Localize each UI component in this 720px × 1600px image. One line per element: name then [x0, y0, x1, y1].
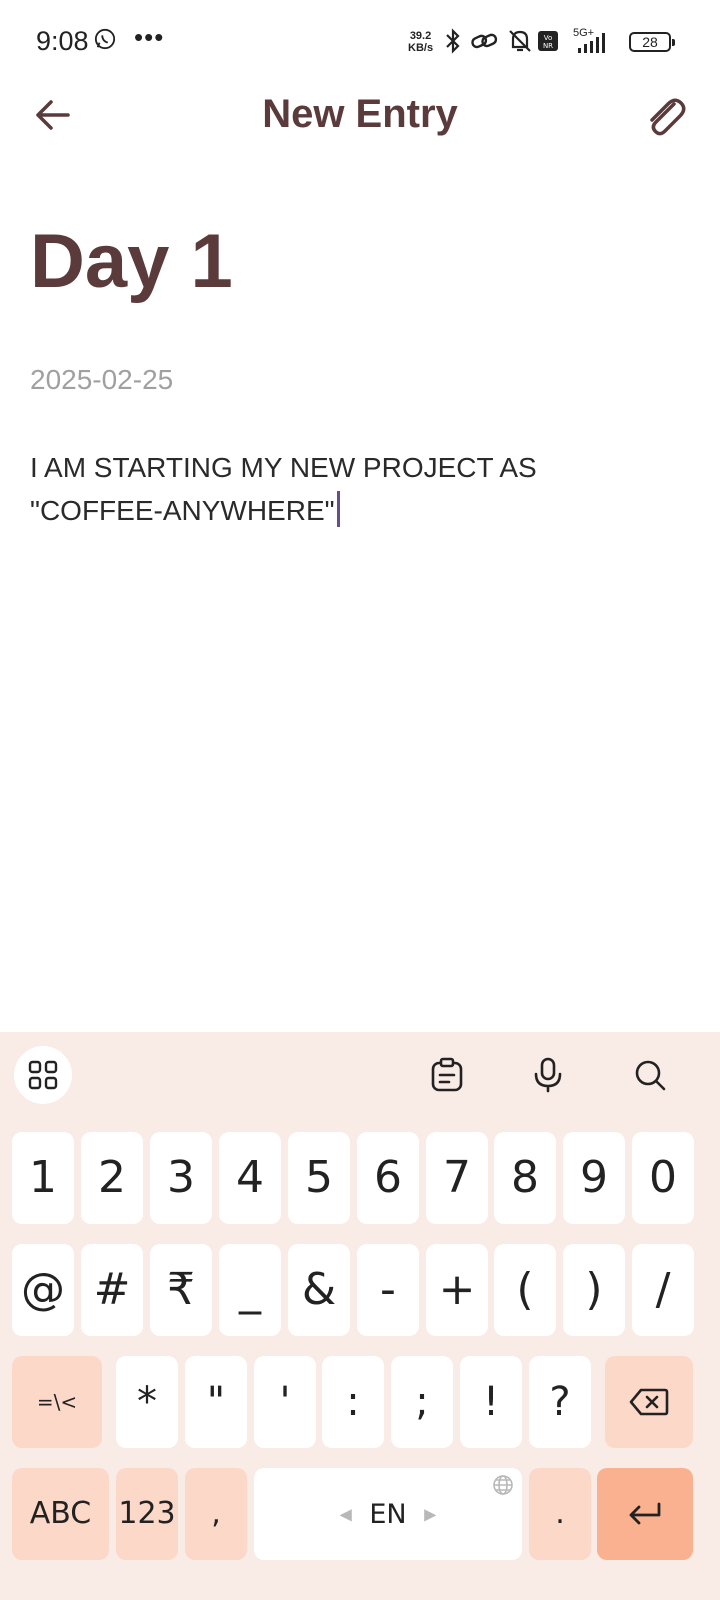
link-icon [471, 33, 498, 49]
whatsapp-icon [94, 28, 116, 50]
net-speed-value: 39.2 [409, 30, 432, 42]
key-exclamation[interactable]: ! [460, 1356, 522, 1448]
key-semicolon[interactable]: ; [391, 1356, 453, 1448]
key-at[interactable]: @ [12, 1244, 74, 1336]
key-2[interactable]: 2 [81, 1132, 143, 1224]
key-plus[interactable]: + [426, 1244, 488, 1336]
attach-icon[interactable] [638, 90, 688, 140]
bluetooth-icon [446, 28, 460, 54]
entry-body-editor[interactable]: I AM STARTING MY NEW PROJECT AS "COFFEE-… [30, 446, 650, 532]
space-left-arrow-icon: ◀ [339, 1504, 352, 1524]
entry-body-text: I AM STARTING MY NEW PROJECT AS "COFFEE-… [30, 452, 537, 526]
text-caret [336, 491, 340, 527]
key-3[interactable]: 3 [150, 1132, 212, 1224]
key-open-paren[interactable]: ( [494, 1244, 556, 1336]
key-question[interactable]: ? [529, 1356, 591, 1448]
volte-icon: Vo NR [538, 31, 558, 51]
keyboard-menu-button[interactable] [14, 1046, 72, 1104]
soft-keyboard: 1 2 3 4 5 6 7 8 9 0 @ # ₹ _ & - + ( ) / … [0, 1032, 720, 1600]
numbers-key[interactable]: 123 [116, 1468, 178, 1560]
keyboard-search-button[interactable] [621, 1046, 679, 1104]
key-9[interactable]: 9 [563, 1132, 625, 1224]
key-asterisk[interactable]: * [116, 1356, 178, 1448]
search-icon [635, 1060, 666, 1091]
signal-icon [578, 33, 605, 53]
grid-icon [28, 1060, 58, 1090]
clipboard-button[interactable] [418, 1046, 476, 1104]
key-minus[interactable]: - [357, 1244, 419, 1336]
key-slash[interactable]: / [632, 1244, 694, 1336]
svg-text:NR: NR [543, 42, 553, 50]
key-apostrophe[interactable]: ' [254, 1356, 316, 1448]
comma-key[interactable]: , [185, 1468, 247, 1560]
key-5[interactable]: 5 [288, 1132, 350, 1224]
key-7[interactable]: 7 [426, 1132, 488, 1224]
app-bar: New Entry [0, 80, 720, 150]
key-ampersand[interactable]: & [288, 1244, 350, 1336]
status-time: 9:08 [36, 26, 89, 56]
key-1[interactable]: 1 [12, 1132, 74, 1224]
key-colon[interactable]: : [322, 1356, 384, 1448]
key-close-paren[interactable]: ) [563, 1244, 625, 1336]
net-speed-unit: KB/s [408, 42, 434, 54]
svg-text:Vo: Vo [544, 34, 553, 42]
key-8[interactable]: 8 [494, 1132, 556, 1224]
backspace-key[interactable] [605, 1356, 693, 1448]
period-key[interactable]: . [529, 1468, 591, 1560]
entry-title[interactable]: Day 1 [30, 218, 233, 305]
key-double-quote[interactable]: " [185, 1356, 247, 1448]
status-bar: 9:08 ••• 39.2 KB/s Vo NR 5G+ 28 [0, 0, 720, 80]
key-0[interactable]: 0 [632, 1132, 694, 1224]
key-rupee[interactable]: ₹ [150, 1244, 212, 1336]
page-title: New Entry [262, 92, 458, 136]
keyboard-toolbar [0, 1032, 720, 1122]
microphone-icon [534, 1057, 562, 1093]
more-notifications-icon: ••• [134, 22, 165, 52]
mute-bell-icon [509, 30, 531, 52]
key-6[interactable]: 6 [357, 1132, 419, 1224]
battery-icon: 28 [629, 32, 675, 52]
enter-key[interactable] [597, 1468, 693, 1560]
key-4[interactable]: 4 [219, 1132, 281, 1224]
backspace-icon [629, 1388, 669, 1416]
entry-date[interactable]: 2025-02-25 [30, 364, 173, 396]
voice-input-button[interactable] [519, 1046, 577, 1104]
key-hash[interactable]: # [81, 1244, 143, 1336]
enter-icon [629, 1502, 661, 1525]
abc-key[interactable]: ABC [12, 1468, 109, 1560]
globe-icon [493, 1475, 513, 1495]
clipboard-icon [431, 1057, 463, 1092]
space-key[interactable]: ◀ EN ▶ [254, 1468, 522, 1560]
net-speed: 39.2 KB/s [408, 30, 433, 54]
more-symbols-key[interactable]: =\< [12, 1356, 102, 1448]
space-language-label: EN [369, 1499, 407, 1530]
space-right-arrow-icon: ▶ [424, 1504, 437, 1524]
key-underscore[interactable]: _ [219, 1244, 281, 1336]
